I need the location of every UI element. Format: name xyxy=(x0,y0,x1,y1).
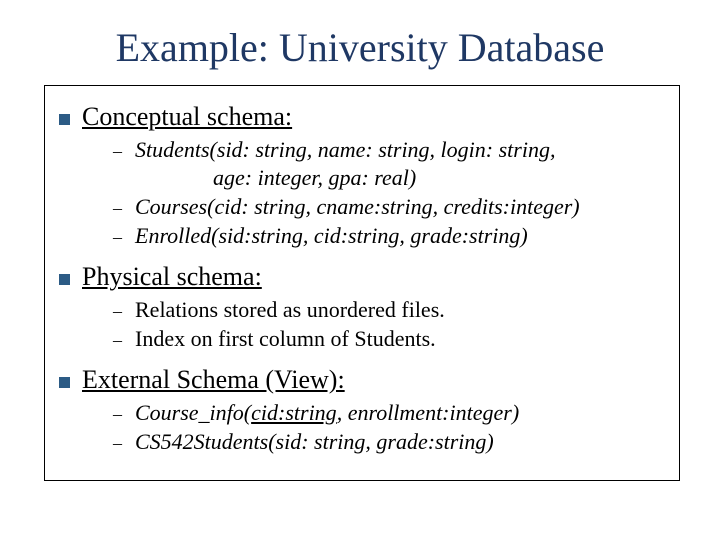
list-item: Conceptual schema: xyxy=(59,100,661,134)
list-item: – Students(sid: string, name: string, lo… xyxy=(113,136,661,165)
dash-icon: – xyxy=(113,329,123,352)
content-box: Conceptual schema: – Students(sid: strin… xyxy=(44,85,680,481)
list-item: – Relations stored as unordered files. xyxy=(113,296,661,325)
list-item: – Enrolled(sid:string, cid:string, grade… xyxy=(113,222,661,251)
dash-icon: – xyxy=(113,226,123,249)
sub-list: – Students(sid: string, name: string, lo… xyxy=(113,136,661,250)
sub-list: – Relations stored as unordered files. –… xyxy=(113,296,661,353)
slide-title: Example: University Database xyxy=(30,24,690,71)
sub-text: Enrolled(sid:string, cid:string, grade:s… xyxy=(135,222,528,251)
sub-text: CS542Students(sid: string, grade:string) xyxy=(135,428,494,457)
section-heading: External Schema (View): xyxy=(82,363,345,397)
sub-list: – Course_info(cid:string, enrollment:int… xyxy=(113,399,661,456)
list-item: Physical schema: xyxy=(59,260,661,294)
square-bullet-icon xyxy=(59,274,70,285)
section-heading: Conceptual schema: xyxy=(82,100,292,134)
dash-icon: – xyxy=(113,300,123,323)
dash-icon: – xyxy=(113,197,123,220)
dash-icon: – xyxy=(113,403,123,426)
list-item: – CS542Students(sid: string, grade:strin… xyxy=(113,428,661,457)
square-bullet-icon xyxy=(59,114,70,125)
list-item: External Schema (View): xyxy=(59,363,661,397)
dash-icon: – xyxy=(113,140,123,163)
sub-text: Course_info(cid:string, enrollment:integ… xyxy=(135,399,519,428)
list-item: – Index on first column of Students. xyxy=(113,325,661,354)
square-bullet-icon xyxy=(59,377,70,388)
sub-text-continuation: age: integer, gpa: real) xyxy=(213,164,661,193)
sub-text: Relations stored as unordered files. xyxy=(135,296,445,325)
underlined-text: cid:string xyxy=(251,400,337,425)
list-item: – Course_info(cid:string, enrollment:int… xyxy=(113,399,661,428)
section-heading: Physical schema: xyxy=(82,260,262,294)
dash-icon: – xyxy=(113,432,123,455)
slide: Example: University Database Conceptual … xyxy=(0,0,720,540)
sub-text: Students(sid: string, name: string, logi… xyxy=(135,136,555,165)
sub-text: Index on first column of Students. xyxy=(135,325,436,354)
sub-text: Courses(cid: string, cname:string, credi… xyxy=(135,193,580,222)
list-item: – Courses(cid: string, cname:string, cre… xyxy=(113,193,661,222)
